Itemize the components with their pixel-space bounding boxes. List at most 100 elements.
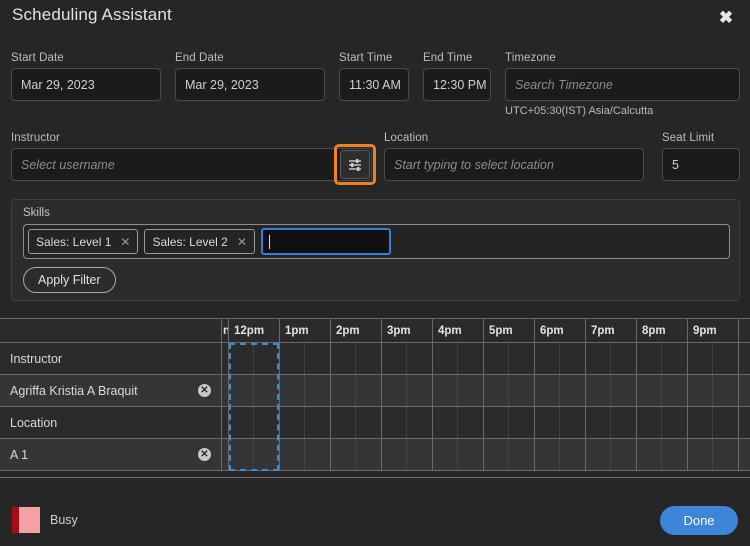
table-row: Instructor — [0, 343, 750, 375]
schedule-cell[interactable] — [586, 439, 637, 470]
schedule-cell[interactable] — [688, 343, 739, 374]
schedule-cell[interactable] — [382, 407, 433, 438]
skill-chip-label: Sales: Level 1 — [36, 234, 112, 249]
schedule-cell[interactable] — [222, 343, 229, 374]
text-caret — [268, 234, 270, 249]
schedule-cell[interactable] — [222, 407, 229, 438]
time-column-header: 3pm — [382, 319, 433, 342]
start-date-field: Start Date Mar 29, 2023 — [11, 52, 161, 101]
close-circle-icon[interactable]: ✕ — [198, 448, 211, 461]
start-time-input[interactable]: 11:30 AM — [339, 68, 409, 101]
seat-limit-field: Seat Limit 5 — [662, 132, 740, 181]
schedule-cell[interactable] — [484, 375, 535, 406]
schedule-cell[interactable] — [637, 439, 688, 470]
close-icon[interactable]: ✕ — [120, 236, 130, 248]
end-date-input[interactable]: Mar 29, 2023 — [175, 68, 325, 101]
schedule-cell[interactable] — [433, 439, 484, 470]
start-date-label: Start Date — [11, 52, 64, 64]
timezone-field: Timezone Search Timezone UTC+05:30(IST) … — [505, 52, 740, 117]
schedule-grid-header: n 12pm 1pm 2pm 3pm 4pm 5pm 6pm 7pm 8pm 9… — [0, 319, 750, 343]
schedule-cell[interactable] — [280, 407, 331, 438]
done-button[interactable]: Done — [660, 506, 738, 535]
schedule-cell[interactable] — [280, 439, 331, 470]
skills-panel: Skills Sales: Level 1 ✕ Sales: Level 2 ✕… — [11, 199, 740, 301]
schedule-cell[interactable] — [535, 439, 586, 470]
end-time-input[interactable]: 12:30 PM — [423, 68, 491, 101]
schedule-cell[interactable] — [688, 439, 739, 470]
schedule-cell[interactable] — [222, 375, 229, 406]
schedule-cell[interactable] — [484, 407, 535, 438]
table-row: Location — [0, 407, 750, 439]
schedule-cell[interactable] — [688, 375, 739, 406]
schedule-cell[interactable] — [229, 439, 280, 470]
schedule-row-label: A 1 ✕ — [0, 439, 222, 470]
schedule-cell[interactable] — [637, 375, 688, 406]
time-column-header: 4pm — [433, 319, 484, 342]
schedule-row-cells — [222, 343, 750, 374]
schedule-cell[interactable] — [586, 343, 637, 374]
schedule-cell[interactable] — [688, 407, 739, 438]
instructor-label: Instructor — [11, 132, 60, 144]
schedule-cell[interactable] — [222, 439, 229, 470]
schedule-cell[interactable] — [433, 375, 484, 406]
schedule-cell[interactable] — [331, 343, 382, 374]
seat-limit-label: Seat Limit — [662, 132, 715, 144]
close-circle-icon[interactable]: ✕ — [198, 384, 211, 397]
schedule-cell[interactable] — [535, 407, 586, 438]
schedule-cell[interactable] — [331, 439, 382, 470]
close-icon[interactable]: ✕ — [237, 236, 247, 248]
schedule-cell[interactable] — [586, 407, 637, 438]
schedule-cell[interactable] — [484, 343, 535, 374]
schedule-cell[interactable] — [229, 343, 280, 374]
schedule-cell[interactable] — [637, 407, 688, 438]
skills-input-row[interactable]: Sales: Level 1 ✕ Sales: Level 2 ✕ — [23, 224, 730, 259]
schedule-cell[interactable] — [535, 343, 586, 374]
schedule-row-label: Instructor — [0, 343, 222, 374]
apply-filter-button[interactable]: Apply Filter — [23, 267, 116, 293]
start-date-input[interactable]: Mar 29, 2023 — [11, 68, 161, 101]
instructor-filter-button[interactable] — [334, 144, 376, 185]
end-date-field: End Date Mar 29, 2023 — [175, 52, 325, 101]
timezone-input[interactable]: Search Timezone — [505, 68, 740, 101]
schedule-cell[interactable] — [331, 407, 382, 438]
schedule-grid-body: Instructor Agriffa Kristia A Braquit ✕ L… — [0, 343, 750, 477]
schedule-row-label-text: Location — [10, 415, 58, 430]
skill-chip[interactable]: Sales: Level 2 ✕ — [144, 229, 255, 254]
skill-chip[interactable]: Sales: Level 1 ✕ — [28, 229, 139, 254]
time-column-header: 5pm — [484, 319, 535, 342]
schedule-cell[interactable] — [433, 343, 484, 374]
schedule-cell[interactable] — [280, 375, 331, 406]
table-row: A 1 ✕ — [0, 439, 750, 471]
schedule-cell[interactable] — [535, 375, 586, 406]
time-column-headers: n 12pm 1pm 2pm 3pm 4pm 5pm 6pm 7pm 8pm 9… — [222, 319, 739, 342]
location-input[interactable]: Start typing to select location — [384, 148, 644, 181]
close-icon[interactable]: ✖ — [715, 6, 737, 28]
time-column-header: 9pm — [688, 319, 739, 342]
seat-limit-input[interactable]: 5 — [662, 148, 740, 181]
schedule-row-label: Location — [0, 407, 222, 438]
schedule-row-cells — [222, 407, 750, 438]
schedule-row-cells — [222, 375, 750, 406]
schedule-cell[interactable] — [586, 375, 637, 406]
instructor-input[interactable]: Select username — [11, 148, 372, 181]
schedule-row-label-text: Instructor — [10, 351, 63, 366]
start-time-label: Start Time — [339, 52, 393, 64]
instructor-location-row: Instructor Select username Location Star… — [0, 132, 750, 188]
schedule-cell[interactable] — [637, 343, 688, 374]
time-column-header: 6pm — [535, 319, 586, 342]
sliders-filter-icon — [340, 150, 370, 179]
schedule-cell[interactable] — [382, 375, 433, 406]
schedule-cell[interactable] — [229, 407, 280, 438]
schedule-cell[interactable] — [382, 343, 433, 374]
time-column-header: 1pm — [280, 319, 331, 342]
schedule-cell[interactable] — [382, 439, 433, 470]
time-column-header: n — [222, 319, 229, 342]
end-date-label: End Date — [175, 52, 224, 64]
skill-search-input[interactable] — [260, 228, 391, 255]
schedule-cell[interactable] — [280, 343, 331, 374]
schedule-cell[interactable] — [229, 375, 280, 406]
schedule-cell[interactable] — [331, 375, 382, 406]
schedule-cell[interactable] — [484, 439, 535, 470]
schedule-cell[interactable] — [433, 407, 484, 438]
end-time-label: End Time — [423, 52, 473, 64]
